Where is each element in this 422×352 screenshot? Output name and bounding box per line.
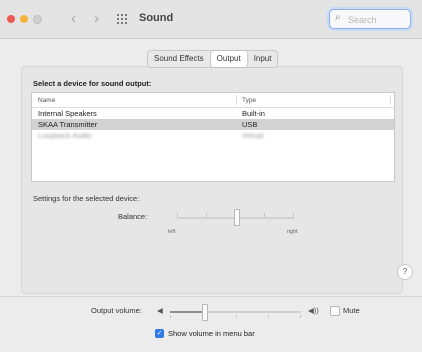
- table-row[interactable]: Loopback Audio Virtual: [32, 130, 394, 141]
- volume-tick: [170, 315, 171, 318]
- mute-label: Mute: [343, 306, 360, 315]
- speaker-high-icon: ◀)): [308, 306, 319, 315]
- output-volume-label: Output volume:: [91, 306, 142, 315]
- balance-tick: [177, 213, 178, 217]
- device-name: Internal Speakers: [38, 109, 97, 118]
- volume-slider-track[interactable]: [170, 311, 301, 313]
- device-name: SKAA Transmitter: [38, 120, 98, 129]
- table-row[interactable]: Internal Speakers Built-in: [32, 108, 394, 119]
- device-type: Built-in: [242, 109, 265, 118]
- tab-output[interactable]: Output: [210, 51, 248, 67]
- output-device-table: Name Type Internal Speakers Built-in SKA…: [31, 92, 395, 182]
- show-volume-checkbox[interactable]: ✓: [155, 329, 164, 338]
- tab-bar: Sound Effects Output Input: [147, 50, 279, 68]
- balance-right-label: right: [287, 229, 298, 235]
- device-settings-label: Settings for the selected device:: [33, 194, 140, 203]
- balance-tick: [264, 213, 265, 217]
- search-input[interactable]: [346, 12, 410, 27]
- mute-checkbox[interactable]: [330, 306, 340, 316]
- balance-slider-knob[interactable]: [233, 209, 240, 226]
- show-volume-label: Show volume in menu bar: [168, 329, 255, 338]
- device-type: USB: [242, 120, 258, 129]
- balance-tick: [293, 213, 294, 217]
- search-field[interactable]: ⌕: [329, 9, 411, 29]
- device-type: Virtual: [242, 131, 264, 140]
- close-window-button[interactable]: [7, 15, 15, 23]
- show-all-grid-icon[interactable]: [117, 14, 127, 24]
- tab-input[interactable]: Input: [248, 51, 278, 67]
- balance-left-label: left: [168, 229, 176, 235]
- volume-tick: [236, 315, 237, 318]
- window-title: Sound: [139, 12, 174, 24]
- device-name: Loopback Audio: [38, 131, 92, 140]
- volume-slider-fill: [170, 311, 205, 313]
- table-row-selected[interactable]: SKAA Transmitter USB: [32, 119, 394, 130]
- balance-label: Balance:: [118, 212, 148, 221]
- volume-slider-knob[interactable]: [202, 304, 209, 321]
- search-icon: ⌕: [335, 12, 341, 23]
- help-button[interactable]: ?: [397, 264, 413, 280]
- title-bar: ‹ › Sound ⌕: [0, 0, 422, 39]
- forward-button[interactable]: ›: [94, 10, 99, 27]
- select-device-label: Select a device for sound output:: [33, 79, 152, 88]
- back-button[interactable]: ‹: [71, 10, 76, 27]
- zoom-window-button[interactable]: [33, 15, 42, 24]
- column-header-type[interactable]: Type: [242, 97, 256, 104]
- speaker-low-icon: ◀: [157, 306, 163, 315]
- divider: [0, 296, 422, 297]
- minimize-window-button[interactable]: [20, 15, 28, 23]
- balance-tick: [206, 213, 207, 217]
- volume-tick: [300, 315, 301, 318]
- volume-tick: [268, 315, 269, 318]
- tab-sound-effects[interactable]: Sound Effects: [148, 51, 211, 67]
- column-header-name[interactable]: Name: [38, 97, 55, 104]
- sound-preferences-window: ‹ › Sound ⌕ Sound Effects Output Input S…: [0, 0, 422, 352]
- table-header: Name Type: [32, 93, 394, 108]
